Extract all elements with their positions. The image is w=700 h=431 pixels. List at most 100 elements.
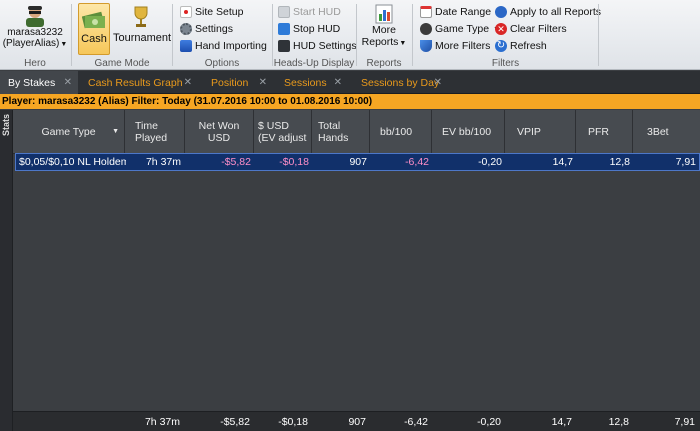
column-header-game-type[interactable]: Game Type ▼ bbox=[13, 110, 125, 154]
column-label: bb/100 bbox=[380, 126, 413, 138]
settings-icon bbox=[180, 23, 192, 35]
column-header-vpip[interactable]: VPIP bbox=[505, 110, 576, 154]
total-net-won: -$5,82 bbox=[220, 416, 250, 428]
stats-side-label: Stats bbox=[1, 114, 11, 137]
site-setup-icon bbox=[180, 6, 192, 18]
hero-group: marasa3232 (PlayerAlias)▼ Hero bbox=[0, 0, 70, 70]
date-range-label: Date Range bbox=[435, 6, 492, 18]
tab-position[interactable]: Position ✕ bbox=[203, 71, 273, 94]
tab-label: By Stakes bbox=[8, 76, 56, 89]
column-header-net-won[interactable]: Net Won USD bbox=[185, 110, 254, 154]
total-pfr: 12,8 bbox=[608, 416, 629, 428]
column-header-pfr[interactable]: PFR bbox=[576, 110, 633, 154]
hero-name: marasa3232 bbox=[7, 27, 63, 38]
game-mode-group-label: Game Mode bbox=[94, 58, 150, 69]
hero-group-label: Hero bbox=[24, 58, 46, 69]
column-header-bb100[interactable]: bb/100 bbox=[370, 110, 432, 154]
stats-side-panel[interactable]: Stats bbox=[0, 110, 13, 431]
hero-selector[interactable]: marasa3232 (PlayerAlias)▼ bbox=[2, 2, 68, 54]
column-header-ev-bb100[interactable]: EV bb/100 bbox=[432, 110, 505, 154]
tab-label: Sessions bbox=[284, 76, 327, 89]
close-icon[interactable]: ✕ bbox=[64, 77, 72, 88]
clear-filters-label: Clear Filters bbox=[510, 23, 567, 35]
column-header-ev-usd[interactable]: $ USD (EV adjust bbox=[254, 110, 312, 154]
column-label: VPIP bbox=[517, 126, 541, 138]
total-total-hands: 907 bbox=[348, 416, 366, 428]
more-reports-label-1: More bbox=[372, 24, 396, 36]
column-header-3bet[interactable]: 3Bet bbox=[633, 110, 700, 154]
date-range-button[interactable]: Date Range▼ bbox=[420, 4, 502, 20]
tab-sessions-by-day[interactable]: Sessions by Day ✕ bbox=[353, 71, 448, 94]
close-icon[interactable]: ✕ bbox=[259, 77, 267, 88]
table-row[interactable]: $0,05/$0,10 NL Holdem 7h 37m -$5,82 -$0,… bbox=[15, 153, 700, 171]
stop-hud-label: Stop HUD bbox=[293, 23, 341, 35]
more-filters-button[interactable]: More Filters bbox=[420, 38, 490, 54]
more-filters-icon bbox=[420, 40, 432, 52]
total-time-played: 7h 37m bbox=[144, 416, 180, 428]
tab-by-stakes[interactable]: By Stakes ✕ bbox=[0, 71, 78, 94]
tab-label: Position bbox=[211, 76, 249, 89]
more-reports-button[interactable]: More Reports▼ bbox=[361, 4, 407, 54]
tab-label: Sessions by Day bbox=[361, 76, 440, 89]
column-label: Net Won USD bbox=[198, 120, 240, 144]
total-ev-bb100: -0,20 bbox=[477, 416, 501, 428]
close-icon[interactable]: ✕ bbox=[334, 77, 342, 88]
options-group-label: Options bbox=[204, 58, 240, 69]
game-type-button[interactable]: Game Type▼ bbox=[420, 21, 500, 37]
start-hud-label: Start HUD bbox=[293, 6, 341, 18]
stats-grid: Game Type ▼ Time Played Net Won USD $ US… bbox=[13, 110, 700, 431]
more-filters-label: More Filters bbox=[435, 40, 491, 52]
close-icon[interactable]: ✕ bbox=[434, 77, 442, 88]
hud-settings-icon bbox=[278, 40, 290, 52]
date-range-icon bbox=[420, 6, 432, 18]
hero-alias: (PlayerAlias) bbox=[2, 38, 60, 49]
hud-group-label: Heads-Up Display bbox=[273, 58, 355, 69]
apply-to-all-reports-button[interactable]: Apply to all Reports bbox=[495, 4, 601, 20]
hand-importing-label: Hand Importing bbox=[195, 40, 267, 52]
more-reports-icon bbox=[375, 4, 393, 24]
options-group: Site Setup Settings Hand Importing Optio… bbox=[173, 0, 271, 70]
stop-hud-button[interactable]: Stop HUD bbox=[278, 21, 340, 37]
start-hud-icon bbox=[278, 6, 290, 18]
column-label: EV bb/100 bbox=[442, 126, 492, 138]
cash-button[interactable]: Cash bbox=[78, 3, 110, 55]
filters-group-label: Filters bbox=[491, 58, 520, 69]
column-header-total-hands[interactable]: Total Hands bbox=[312, 110, 370, 154]
tab-cash-results-graph[interactable]: Cash Results Graph ✕ bbox=[80, 71, 198, 94]
site-setup-button[interactable]: Site Setup bbox=[180, 4, 243, 20]
hud-settings-label: HUD Settings bbox=[293, 40, 357, 52]
hud-settings-button[interactable]: HUD Settings bbox=[278, 38, 357, 54]
cash-icon bbox=[82, 11, 105, 29]
ribbon-toolbar: marasa3232 (PlayerAlias)▼ Hero Cash Tour… bbox=[0, 0, 700, 70]
chevron-down-icon: ▼ bbox=[399, 40, 407, 47]
tournament-button[interactable]: Tournament bbox=[113, 3, 171, 55]
refresh-button[interactable]: ↻ Refresh bbox=[495, 38, 547, 54]
column-header-time-played[interactable]: Time Played bbox=[125, 110, 185, 154]
clear-filters-button[interactable]: ✕ Clear Filters bbox=[495, 21, 567, 37]
site-setup-label: Site Setup bbox=[195, 6, 244, 18]
tab-sessions[interactable]: Sessions ✕ bbox=[276, 71, 348, 94]
filters-group: Date Range▼ Game Type▼ More Filters Appl… bbox=[413, 0, 601, 70]
apply-all-icon bbox=[495, 6, 507, 18]
refresh-icon: ↻ bbox=[495, 40, 507, 52]
more-reports-label-2: Reports bbox=[361, 36, 399, 48]
total-3bet: 7,91 bbox=[674, 416, 695, 428]
close-icon[interactable]: ✕ bbox=[184, 77, 192, 88]
grid-header: Game Type ▼ Time Played Net Won USD $ US… bbox=[13, 110, 700, 154]
stop-hud-icon bbox=[278, 23, 290, 35]
cell-time-played: 7h 37m bbox=[145, 156, 181, 168]
hand-importing-icon bbox=[180, 40, 192, 52]
cell-ev-bb100: -0,20 bbox=[478, 156, 502, 168]
cell-total-hands: 907 bbox=[349, 156, 367, 168]
cell-game-type: $0,05/$0,10 NL Holdem bbox=[19, 156, 126, 168]
trophy-icon bbox=[134, 6, 148, 27]
filter-bar: Player: marasa3232 (Alias) Filter: Today… bbox=[0, 94, 700, 109]
total-vpip: 14,7 bbox=[551, 416, 572, 428]
hand-importing-button[interactable]: Hand Importing bbox=[180, 38, 267, 54]
game-type-label: Game Type bbox=[435, 23, 490, 35]
column-label: Total Hands bbox=[318, 120, 349, 144]
settings-label: Settings bbox=[195, 23, 233, 35]
start-hud-button[interactable]: Start HUD bbox=[278, 4, 341, 20]
settings-button[interactable]: Settings bbox=[180, 21, 233, 37]
reports-group-label: Reports bbox=[366, 58, 402, 69]
